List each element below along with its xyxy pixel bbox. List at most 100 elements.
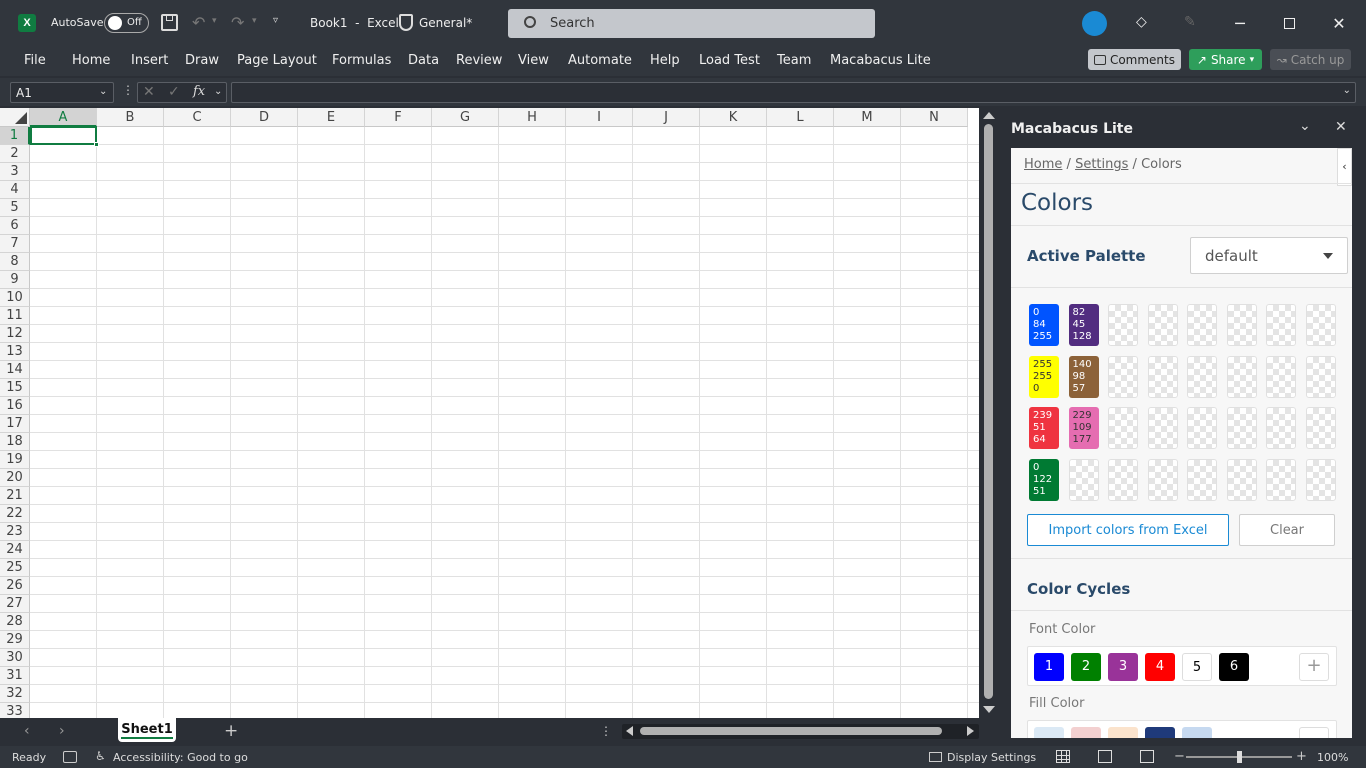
tab-view[interactable]: View	[518, 53, 549, 68]
row-header[interactable]: 18	[0, 433, 30, 451]
column-header[interactable]: B	[97, 108, 164, 127]
row-header[interactable]: 19	[0, 451, 30, 469]
horizontal-scrollbar[interactable]	[622, 724, 979, 739]
empty-swatch[interactable]	[1187, 458, 1217, 501]
tab-team[interactable]: Team	[777, 53, 811, 68]
more-icon[interactable]: ⋮	[600, 724, 612, 738]
redo-icon[interactable]: ↷	[231, 13, 244, 32]
fill-cycle-color[interactable]	[1182, 727, 1212, 738]
row-header[interactable]: 5	[0, 199, 30, 217]
empty-swatch[interactable]	[1226, 355, 1257, 398]
page-layout-view-icon[interactable]	[1098, 750, 1112, 763]
row-header[interactable]: 22	[0, 505, 30, 523]
fill-cycle-color[interactable]	[1145, 727, 1175, 738]
search-box[interactable]: Search	[508, 9, 875, 38]
column-header[interactable]: H	[499, 108, 566, 127]
row-header[interactable]: 9	[0, 271, 30, 289]
scroll-up-icon[interactable]	[983, 112, 995, 119]
zoom-out-icon[interactable]: −	[1174, 749, 1185, 764]
tab-draw[interactable]: Draw	[185, 53, 219, 68]
redo-dropdown-icon[interactable]: ▾	[252, 16, 257, 26]
row-header[interactable]: 17	[0, 415, 30, 433]
empty-swatch[interactable]	[1305, 355, 1336, 398]
breadcrumb-home[interactable]: Home	[1024, 157, 1062, 172]
font-cycle-color[interactable]: 4	[1145, 653, 1175, 681]
empty-swatch[interactable]	[1266, 355, 1296, 398]
row-header[interactable]: 10	[0, 289, 30, 307]
cancel-icon[interactable]: ✕	[143, 84, 155, 100]
row-header[interactable]: 32	[0, 685, 30, 703]
vertical-scrollbar[interactable]	[979, 108, 999, 718]
row-header[interactable]: 14	[0, 361, 30, 379]
minimize-icon[interactable]: ─	[1228, 12, 1252, 34]
font-cycle-color[interactable]: 3	[1108, 653, 1138, 681]
undo-dropdown-icon[interactable]: ▾	[212, 16, 217, 26]
color-swatch[interactable]: 255 255 0	[1029, 355, 1059, 398]
catch-up-button[interactable]: ↝ Catch up	[1270, 49, 1351, 70]
empty-swatch[interactable]	[1187, 304, 1217, 346]
column-header[interactable]: D	[231, 108, 298, 127]
scroll-left-icon[interactable]	[626, 726, 633, 736]
column-header[interactable]: N	[901, 108, 968, 127]
empty-swatch[interactable]	[1108, 458, 1138, 501]
sensitivity-label[interactable]: General*	[419, 16, 472, 30]
row-header[interactable]: 31	[0, 667, 30, 685]
row-header[interactable]: 3	[0, 163, 30, 181]
empty-swatch[interactable]	[1266, 458, 1296, 501]
color-swatch[interactable]: 239 51 64	[1029, 407, 1059, 449]
zoom-level[interactable]: 100%	[1317, 751, 1348, 764]
tab-page-layout[interactable]: Page Layout	[237, 53, 317, 68]
row-header[interactable]: 30	[0, 649, 30, 667]
column-header[interactable]: F	[365, 108, 432, 127]
row-header[interactable]: 27	[0, 595, 30, 613]
row-header[interactable]: 20	[0, 469, 30, 487]
row-header[interactable]: 8	[0, 253, 30, 271]
insert-function-icon[interactable]: fx	[193, 84, 205, 99]
sheet-tab[interactable]: Sheet1	[118, 718, 176, 742]
empty-swatch[interactable]	[1305, 407, 1336, 449]
save-icon[interactable]	[161, 14, 178, 31]
empty-swatch[interactable]	[1147, 458, 1178, 501]
font-cycle-color[interactable]: 6	[1219, 653, 1249, 681]
empty-swatch[interactable]	[1226, 407, 1257, 449]
selected-cell[interactable]	[30, 126, 99, 147]
more-icon[interactable]: ⋮	[122, 83, 134, 97]
page-break-view-icon[interactable]	[1140, 750, 1154, 763]
row-header[interactable]: 4	[0, 181, 30, 199]
scroll-thumb[interactable]	[984, 124, 993, 699]
add-fill-color-button[interactable]	[1299, 727, 1329, 738]
empty-swatch[interactable]	[1147, 355, 1178, 398]
account-icon[interactable]	[1082, 11, 1107, 36]
fill-cycle-color[interactable]	[1108, 727, 1138, 738]
empty-swatch[interactable]	[1108, 304, 1138, 346]
fill-cycle-color[interactable]	[1071, 727, 1101, 738]
import-colors-button[interactable]: Import colors from Excel	[1027, 514, 1229, 546]
comments-button[interactable]: Comments	[1088, 49, 1181, 70]
enter-icon[interactable]: ✓	[168, 84, 180, 100]
scroll-thumb[interactable]	[640, 727, 942, 735]
autosave-toggle[interactable]: Off	[104, 13, 149, 33]
empty-swatch[interactable]	[1226, 304, 1257, 346]
color-swatch[interactable]: 0 84 255	[1029, 304, 1059, 346]
select-all-corner[interactable]	[0, 108, 30, 127]
clear-button[interactable]: Clear	[1239, 514, 1335, 546]
palette-select[interactable]: default	[1190, 237, 1348, 274]
next-sheet-icon[interactable]: ›	[59, 723, 65, 739]
collapse-pane-button[interactable]: ‹	[1337, 148, 1352, 186]
empty-swatch[interactable]	[1226, 458, 1257, 501]
empty-swatch[interactable]	[1068, 458, 1099, 501]
empty-swatch[interactable]	[1187, 407, 1217, 449]
column-header[interactable]: L	[767, 108, 834, 127]
display-settings-icon[interactable]	[929, 752, 942, 762]
row-header[interactable]: 12	[0, 325, 30, 343]
expand-formula-icon[interactable]: ⌄	[1343, 85, 1351, 96]
undo-icon[interactable]: ↶	[192, 13, 205, 32]
column-header[interactable]: I	[566, 108, 633, 127]
normal-view-icon[interactable]	[1056, 750, 1070, 763]
empty-swatch[interactable]	[1147, 304, 1178, 346]
tab-review[interactable]: Review	[456, 53, 502, 68]
row-header[interactable]: 11	[0, 307, 30, 325]
empty-swatch[interactable]	[1266, 304, 1296, 346]
add-sheet-icon[interactable]: +	[224, 721, 238, 741]
color-swatch[interactable]: 229 109 177	[1068, 407, 1099, 449]
